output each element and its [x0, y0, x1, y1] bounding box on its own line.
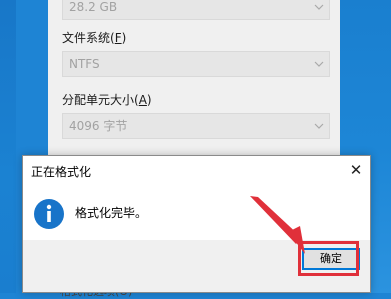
close-icon: ✕	[349, 161, 363, 179]
highlight-annotation-box	[298, 241, 359, 276]
dialog-title: 正在格式化	[31, 165, 92, 179]
capacity-select[interactable]: 28.2 GB	[62, 0, 330, 20]
allocation-unit-value: 4096 字节	[69, 119, 128, 133]
allocation-unit-label: 分配单元大小(A)	[62, 93, 152, 107]
capacity-value: 28.2 GB	[69, 0, 118, 14]
file-system-label: 文件系统(F)	[62, 31, 127, 45]
info-icon	[34, 199, 64, 229]
chevron-down-icon	[314, 61, 324, 67]
dialog-message: 格式化完毕。	[75, 206, 148, 220]
chevron-down-icon	[314, 4, 324, 10]
file-system-value: NTFS	[69, 57, 100, 71]
close-button[interactable]: ✕	[346, 160, 366, 180]
chevron-down-icon	[314, 123, 324, 129]
file-system-select[interactable]: NTFS	[62, 51, 330, 77]
allocation-unit-select[interactable]: 4096 字节	[62, 113, 330, 139]
desktop-left-strip	[0, 0, 16, 293]
